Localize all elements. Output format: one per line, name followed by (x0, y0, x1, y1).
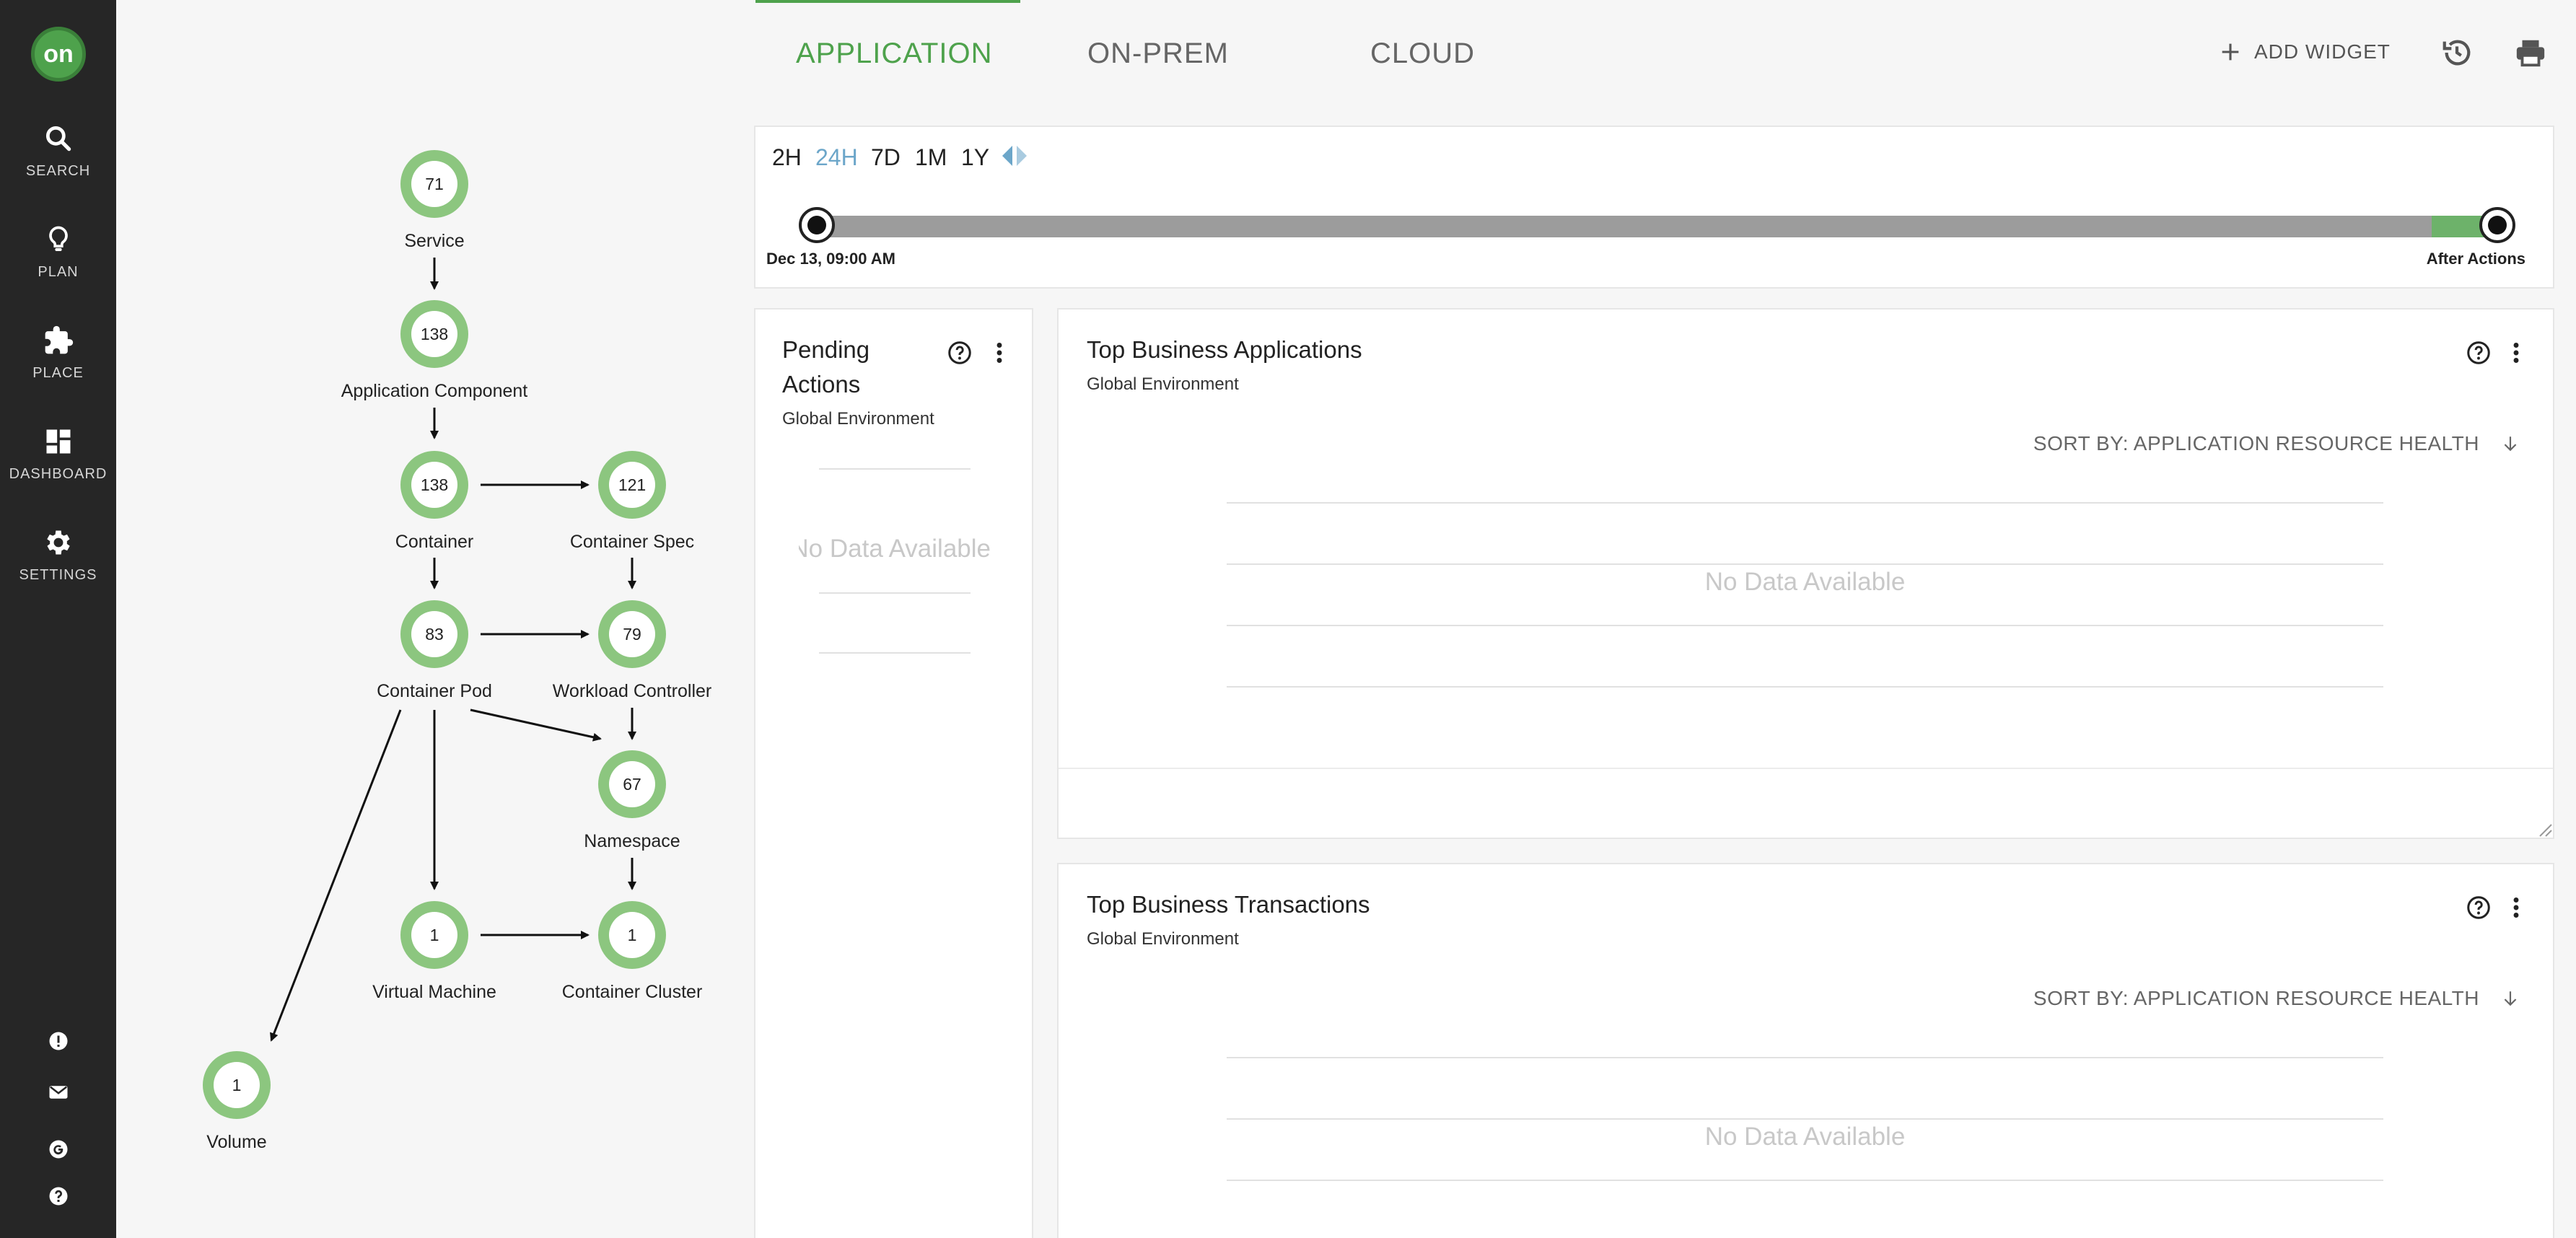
node-count: 138 (411, 311, 457, 357)
sort-by-dropdown[interactable]: SORT BY: APPLICATION RESOURCE HEALTH (2033, 432, 2520, 455)
empty-state: No Data Available (1704, 568, 1906, 596)
sort-by-dropdown[interactable]: SORT BY: APPLICATION RESOURCE HEALTH (2033, 987, 2520, 1010)
node-namespace[interactable]: 67 (598, 750, 666, 818)
empty-state: No Data Available (1704, 1123, 1906, 1151)
node-label-volume[interactable]: Volume (114, 1132, 359, 1153)
resize-handle-icon[interactable] (2537, 822, 2553, 838)
node-count: 1 (214, 1062, 260, 1108)
node-label-container-spec[interactable]: Container Spec (509, 532, 755, 553)
more-vertical-icon[interactable] (986, 340, 1012, 366)
node-application-component[interactable]: 138 (400, 300, 468, 368)
node-workload-controller[interactable]: 79 (598, 600, 666, 668)
plus-icon (2222, 43, 2239, 61)
arrow-down-icon (2504, 436, 2517, 452)
more-vertical-icon[interactable] (2503, 895, 2529, 921)
tab-cloud[interactable]: CLOUD (1370, 38, 1475, 70)
divider (1227, 1118, 2383, 1120)
sort-by-label: SORT BY: APPLICATION RESOURCE HEALTH (2033, 432, 2479, 455)
pending-actions-widget: Pending Actions Global Environment No Da… (754, 308, 1033, 1238)
node-count: 71 (411, 161, 457, 207)
tab-application[interactable]: APPLICATION (796, 38, 993, 70)
node-container-spec[interactable]: 121 (598, 451, 666, 519)
range-7d[interactable]: 7D (871, 144, 901, 171)
top-business-transactions-widget: Top Business Transactions Global Environ… (1057, 863, 2554, 1238)
divider (1227, 686, 2383, 688)
node-label-service[interactable]: Service (312, 231, 557, 252)
empty-state: No Data Available (799, 535, 991, 563)
divider (1227, 1180, 2383, 1181)
range-1y[interactable]: 1Y (961, 144, 989, 171)
range-2h[interactable]: 2H (772, 144, 802, 171)
print-icon[interactable] (2514, 36, 2547, 69)
divider (1227, 563, 2383, 565)
node-container-cluster[interactable]: 1 (598, 901, 666, 969)
add-widget-button[interactable]: ADD WIDGET (2218, 38, 2391, 66)
node-label-container-cluster[interactable]: Container Cluster (509, 982, 755, 1003)
divider (1227, 502, 2383, 504)
sort-by-label: SORT BY: APPLICATION RESOURCE HEALTH (2033, 987, 2479, 1009)
node-count: 1 (609, 912, 655, 958)
widget-subtitle: Global Environment (1087, 374, 1239, 394)
widget-title: Top Business Applications (1087, 336, 1362, 363)
widget-title-line2: Actions (782, 371, 861, 398)
node-label-workload-controller[interactable]: Workload Controller (509, 681, 755, 702)
node-count: 83 (411, 611, 457, 657)
tab-on-prem[interactable]: ON-PREM (1087, 38, 1229, 70)
help-circle-icon[interactable] (2466, 895, 2492, 921)
divider (819, 468, 971, 470)
range-24h[interactable]: 24H (815, 144, 858, 171)
range-1m[interactable]: 1M (915, 144, 947, 171)
arrow-down-icon (2504, 991, 2517, 1006)
widget-title-line1: Pending (782, 336, 870, 363)
divider (1227, 625, 2383, 626)
node-count: 67 (609, 761, 655, 807)
node-volume[interactable]: 1 (203, 1051, 271, 1119)
add-widget-label: ADD WIDGET (2254, 40, 2391, 63)
timeline-track[interactable] (818, 216, 2497, 237)
node-label-namespace[interactable]: Namespace (509, 831, 755, 852)
node-count: 1 (411, 912, 457, 958)
history-icon[interactable] (2440, 36, 2474, 69)
widget-title: Pending Actions (782, 333, 869, 402)
widget-footer-divider (1059, 768, 2553, 769)
empty-state-text: No Data Available (799, 535, 991, 563)
timeline-end-label: After Actions (2426, 250, 2525, 268)
timeline-start-label: Dec 13, 09:00 AM (766, 250, 895, 268)
node-container-pod[interactable]: 83 (400, 600, 468, 668)
more-vertical-icon[interactable] (2503, 340, 2529, 366)
divider (819, 592, 971, 594)
node-count: 79 (609, 611, 655, 657)
help-circle-icon[interactable] (947, 340, 973, 366)
divider (1227, 1057, 2383, 1058)
widget-title: Top Business Transactions (1087, 891, 1370, 918)
widget-subtitle: Global Environment (1087, 929, 1239, 949)
timeline-panel: 2H 24H 7D 1M 1Y Dec 13, 09:00 AM After A… (754, 126, 2554, 289)
node-service[interactable]: 71 (400, 150, 468, 218)
help-circle-icon[interactable] (2466, 340, 2492, 366)
node-count: 138 (411, 462, 457, 508)
timeline-end-handle[interactable] (2479, 207, 2515, 243)
node-label-application-component[interactable]: Application Component (312, 381, 557, 402)
divider (819, 652, 971, 654)
node-count: 121 (609, 462, 655, 508)
node-container[interactable]: 138 (400, 451, 468, 519)
range-arrows-icon[interactable] (999, 144, 1030, 167)
node-virtual-machine[interactable]: 1 (400, 901, 468, 969)
timeline-start-handle[interactable] (799, 207, 835, 243)
widget-subtitle: Global Environment (782, 409, 934, 429)
active-tab-indicator (755, 0, 1020, 3)
top-business-applications-widget: Top Business Applications Global Environ… (1057, 308, 2554, 839)
